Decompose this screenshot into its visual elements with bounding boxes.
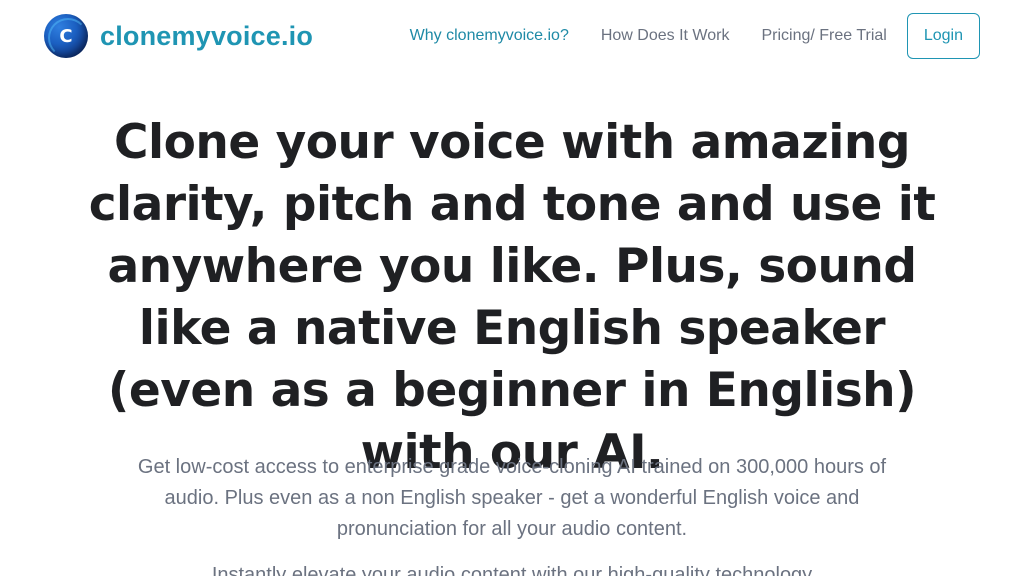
nav-link-pricing[interactable]: Pricing/ Free Trial [761,27,886,45]
hero-title: Clone your voice with amazing clarity, p… [88,115,936,480]
hero-subtitle: Get low-cost access to enterprise grade … [137,456,887,540]
clonemyvoice-logo-icon: C [44,14,88,58]
site-header: C clonemyvoice.io Why clonemyvoice.io? H… [0,0,1024,72]
logo-letter: C [59,25,73,47]
logo-link[interactable]: C clonemyvoice.io [44,14,313,58]
logo-text: clonemyvoice.io [100,20,314,51]
login-button[interactable]: Login [906,13,980,59]
main-nav: Why clonemyvoice.io? How Does It Work Pr… [410,13,980,59]
hero-more-text: Instantly elevate your audio content wit… [211,564,813,576]
nav-link-how-it-works[interactable]: How Does It Work [601,27,730,45]
nav-link-why[interactable]: Why clonemyvoice.io? [410,27,569,45]
page: C clonemyvoice.io Why clonemyvoice.io? H… [0,0,1024,576]
